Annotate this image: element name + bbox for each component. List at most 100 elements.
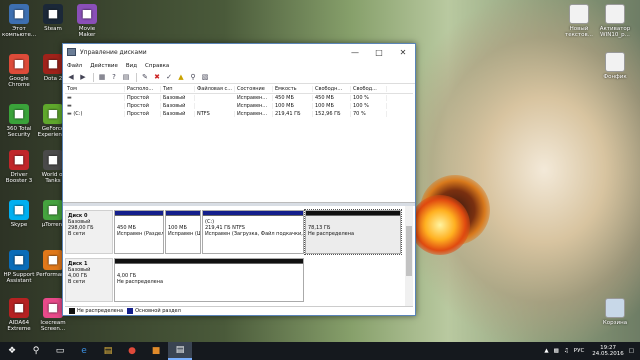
wallpaper-cat <box>400 0 640 340</box>
language-indicator[interactable]: РУС <box>574 348 585 354</box>
partition-block[interactable]: 4,00 ГБ Не распределена <box>114 258 304 302</box>
partition-block[interactable]: 78,13 ГБ Не распределена <box>304 209 402 255</box>
disk-management-window: Управление дисками — □ ✕ Файл Действие В… <box>62 43 416 316</box>
desktop-shortcut[interactable]: ■ Skype <box>2 200 36 228</box>
partition-line3: Исправен (Загрузка, Файл подкачки, А <box>205 231 303 237</box>
connect-icon[interactable]: ✎ <box>140 72 150 82</box>
start-button[interactable]: ❖ <box>0 342 24 360</box>
desktop-shortcut-label: Icecream Screen... <box>40 320 66 332</box>
search-icon[interactable]: ⚲ <box>24 342 48 360</box>
recorder-icon[interactable]: ■ <box>144 342 168 360</box>
desktop-shortcut-label: Google Chrome <box>8 76 30 88</box>
desktop-shortcut-label: Новый текстов... <box>565 26 593 38</box>
maximize-button[interactable]: □ <box>367 44 391 60</box>
view-icon[interactable]: ▧ <box>200 72 210 82</box>
aida-icon: ■ <box>9 298 29 318</box>
disk-row: Диск 1 Базовый 4,00 ГБ В сети 4,00 ГБ Не расп… <box>65 258 304 302</box>
volume-row[interactable]: ▬ Простой Базовый Исправен... 450 МБ 450 МБ 1… <box>65 94 413 102</box>
disk-label[interactable]: Диск 0 Базовый 298,00 ГБ В сети <box>65 210 113 254</box>
col-type[interactable]: Тип <box>161 86 195 92</box>
edge-icon[interactable]: e <box>72 342 96 360</box>
col-filesystem[interactable]: Файловая с... <box>195 86 235 92</box>
tanks-icon: ■ <box>43 150 63 170</box>
partition-block[interactable]: (C:) 219,41 ГБ NTFS Исправен (Загрузка, Фа… <box>202 210 304 254</box>
open-icon[interactable]: ▲ <box>176 72 186 82</box>
menu-help[interactable]: Справка <box>145 63 169 69</box>
desktop-shortcut[interactable]: ■ 360 Total Security <box>2 104 36 138</box>
volume-cell: Простой <box>125 111 161 117</box>
desktop-shortcut[interactable]: Корзина <box>598 298 632 326</box>
utorrent-icon: ■ <box>43 200 63 220</box>
search-icon[interactable]: ⚲ <box>188 72 198 82</box>
check-icon[interactable]: ✓ <box>164 72 174 82</box>
minimize-button[interactable]: — <box>343 44 367 60</box>
close-button[interactable]: ✕ <box>391 44 415 60</box>
volume-row[interactable]: ▬ (C:) Простой Базовый NTFS Исправен... 219,4… <box>65 110 413 118</box>
partition-line3: Исправен (Ш <box>168 231 200 237</box>
col-percent-free[interactable]: Свобод... <box>351 86 387 92</box>
task-view-icon[interactable]: ▭ <box>48 342 72 360</box>
menu-view[interactable]: Вид <box>126 63 137 69</box>
desktop-shortcut[interactable]: Фонфик <box>598 52 632 80</box>
list-view-icon[interactable]: ▦ <box>97 72 107 82</box>
volume-cell: ▬ <box>65 103 125 109</box>
title-bar[interactable]: Управление дисками — □ ✕ <box>63 44 415 60</box>
col-capacity[interactable]: Емкость <box>273 86 313 92</box>
computer-icon: ■ <box>9 4 29 24</box>
menu-file[interactable]: Файл <box>67 63 82 69</box>
desktop-shortcut-label: Активатор WIN10_p... <box>599 26 631 38</box>
disk-management-task[interactable]: ▤ <box>168 342 192 360</box>
desktop-shortcut-label: Steam <box>44 26 62 32</box>
col-volume[interactable]: Том <box>65 86 125 92</box>
col-free-space[interactable]: Свободн... <box>313 86 351 92</box>
scrollbar-thumb[interactable] <box>406 226 412 276</box>
desktop-shortcut[interactable]: ■ Steam <box>36 4 70 32</box>
col-status[interactable]: Состояние <box>235 86 273 92</box>
volume-cell: 219,41 ГБ <box>273 111 313 117</box>
text-file-icon <box>569 4 589 24</box>
volume-list-header: Том Располо... Тип Файловая с... Состоян… <box>65 85 413 94</box>
explorer-icon[interactable]: ▤ <box>96 342 120 360</box>
network-icon[interactable]: ▩ <box>554 348 559 354</box>
clock[interactable]: 19:27 24.05.2016 <box>592 345 624 357</box>
volume-cell: Простой <box>125 95 161 101</box>
volume-cell: Базовый <box>161 95 195 101</box>
volume-icon[interactable]: ♫ <box>564 348 569 354</box>
help-icon[interactable]: ? <box>109 72 119 82</box>
desktop-shortcut[interactable]: Новый текстов... <box>562 4 596 38</box>
desktop-shortcut[interactable]: Активатор WIN10_p... <box>598 4 632 38</box>
desktop-shortcut[interactable]: ■ AIDA64 Extreme <box>2 298 36 332</box>
icecream-icon: ■ <box>43 298 63 318</box>
recycle-bin-icon <box>605 298 625 318</box>
partition-info: 78,13 ГБ Не распределена <box>306 216 400 240</box>
up-arrow-icon[interactable]: ▲ <box>544 348 548 354</box>
volume-cell: Базовый <box>161 111 195 117</box>
disk-status: В сети <box>68 231 86 237</box>
properties-icon[interactable]: ▤ <box>121 72 131 82</box>
desktop-shortcut[interactable]: ■ Этот компьюте... <box>2 4 36 38</box>
graphic-view-scrollbar[interactable] <box>405 206 413 306</box>
forward-icon[interactable]: ▶ <box>78 72 88 82</box>
back-icon[interactable]: ◀ <box>66 72 76 82</box>
partition-block[interactable]: 450 МБ Исправен (Раздел <box>114 210 164 254</box>
notifications-icon[interactable]: □ <box>629 348 634 354</box>
delete-icon[interactable]: ✖ <box>152 72 162 82</box>
col-layout[interactable]: Располо... <box>125 86 161 92</box>
menu-action[interactable]: Действие <box>90 63 118 69</box>
partition-info: 4,00 ГБ Не распределена <box>115 264 303 288</box>
desktop-shortcut[interactable]: ■ Google Chrome <box>2 54 36 88</box>
disk-label[interactable]: Диск 1 Базовый 4,00 ГБ В сети <box>65 258 113 302</box>
volume-cell: ▬ (C:) <box>65 111 125 117</box>
desktop-shortcut[interactable]: ■ HP Support Assistant <box>2 250 36 284</box>
driver-booster-icon: ■ <box>9 150 29 170</box>
legend-swatch-primary <box>127 308 134 314</box>
desktop-shortcut-label: Этот компьюте... <box>2 26 37 38</box>
disk-management-icon <box>67 48 76 56</box>
desktop-shortcut[interactable]: ■ Movie Maker <box>70 4 104 38</box>
volume-cell: ▬ <box>65 95 125 101</box>
steam-icon: ■ <box>43 4 63 24</box>
chrome-icon[interactable]: ● <box>120 342 144 360</box>
desktop-shortcut[interactable]: ■ Driver Booster 3 <box>2 150 36 184</box>
volume-row[interactable]: ▬ Простой Базовый Исправен... 100 МБ 100 МБ 1… <box>65 102 413 110</box>
partition-block[interactable]: 100 МБ Исправен (Ш <box>165 210 201 254</box>
